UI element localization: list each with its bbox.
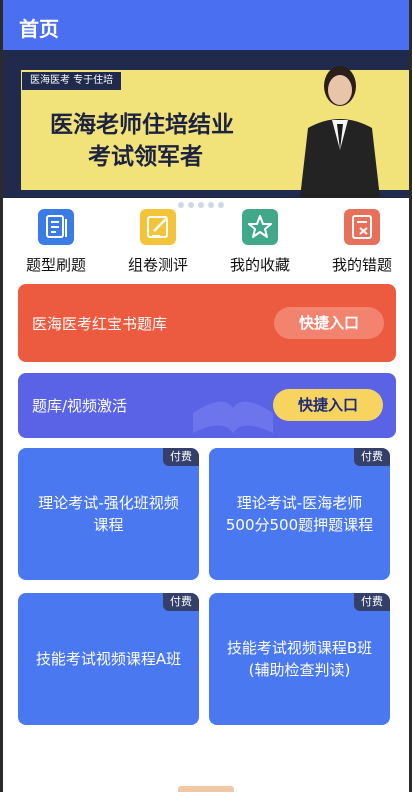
course-tile[interactable]: 付费 技能考试视频课程B班 (辅助检查判读) (209, 593, 390, 725)
shortcut-label: 题型刷题 (25, 256, 86, 274)
course-tile[interactable]: 付费 理论考试-强化班视频 课程 (18, 448, 199, 580)
bottom-tab-indicator (178, 786, 234, 792)
shortcut-row: 题型刷题 组卷测评 我的收藏 我的错题 (3, 205, 409, 275)
card-title: 医海医考红宝书题库 (32, 315, 168, 333)
paid-badge: 付费 (354, 593, 390, 611)
shortcut-label: 组卷测评 (127, 256, 188, 274)
shortcut-paper-test[interactable]: 组卷测评 (108, 205, 208, 275)
course-title: 理论考试-医海老师 500分500题押题课程 (217, 492, 382, 536)
course-title-line: 课程 (93, 516, 124, 534)
course-title-line: 500分500题押题课程 (225, 516, 374, 534)
paid-badge: 付费 (163, 593, 199, 611)
paid-badge: 付费 (354, 448, 390, 466)
wrong-answer-icon (344, 209, 380, 245)
course-title: 技能考试视频课程B班 (辅助检查判读) (217, 637, 382, 681)
edit-pencil-icon (140, 209, 176, 245)
banner-title-line2: 考试领军者 (88, 144, 203, 170)
course-title-line: 技能考试视频课程A班 (35, 650, 182, 668)
redbook-question-bank-card[interactable]: 医海医考红宝书题库 快捷入口 (18, 284, 396, 362)
shortcut-question-practice[interactable]: 题型刷题 (6, 205, 106, 275)
book-watermark-icon (193, 401, 273, 433)
course-title: 理论考试-强化班视频 课程 (26, 492, 191, 536)
course-title-line: (辅助检查判读) (248, 661, 351, 679)
course-tile[interactable]: 付费 理论考试-医海老师 500分500题押题课程 (209, 448, 390, 580)
page-title: 首页 (19, 17, 59, 41)
shortcut-my-favorites[interactable]: 我的收藏 (210, 205, 310, 275)
course-tile[interactable]: 付费 技能考试视频课程A班 (18, 593, 199, 725)
banner-title-line1: 医海老师住培结业 (50, 112, 234, 138)
course-title-line: 技能考试视频课程B班 (226, 639, 373, 657)
shortcut-label: 我的收藏 (229, 256, 290, 274)
course-title-line: 理论考试-医海老师 (236, 494, 363, 512)
card-title: 题库/视频激活 (32, 397, 128, 415)
paid-badge: 付费 (163, 448, 199, 466)
shortcut-my-mistakes[interactable]: 我的错题 (312, 205, 412, 275)
course-title: 技能考试视频课程A班 (26, 648, 191, 670)
top-bar: 首页 (3, 0, 409, 50)
quick-entry-button[interactable]: 快捷入口 (274, 307, 384, 339)
document-lines-icon (38, 209, 74, 245)
course-title-line: 理论考试-强化班视频 (38, 494, 179, 512)
quick-entry-button[interactable]: 快捷入口 (273, 389, 383, 421)
teacher-portrait-image (300, 66, 380, 198)
banner-tag: 医海医考 专于住培 (22, 72, 122, 90)
activation-card[interactable]: 题库/视频激活 快捷入口 (18, 373, 396, 438)
banner-pagination (178, 193, 238, 208)
shortcut-label: 我的错题 (331, 256, 392, 274)
star-icon (242, 209, 278, 245)
